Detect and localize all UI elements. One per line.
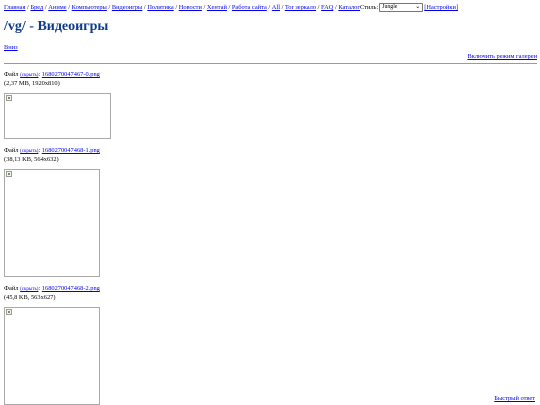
file-info-1: Файл (скрыть): 1680270047467-0.png (2,37…: [4, 71, 100, 87]
broken-image-icon: [6, 309, 12, 315]
file-name-link[interactable]: 1680270047468-1.png: [42, 147, 100, 154]
file-name-link[interactable]: 1680270047467-0.png: [42, 71, 100, 78]
nav-link-news[interactable]: Новости: [179, 4, 202, 11]
gallery-mode-link[interactable]: Включить режим галереи: [467, 53, 537, 60]
nav-link-site-work[interactable]: Работа сайта: [232, 4, 267, 11]
file-info-3: Файл (скрыть): 1680270047468-2.png (45,8…: [4, 285, 100, 301]
style-label: Стиль:: [359, 4, 379, 11]
file-thumbnail-1[interactable]: [4, 93, 111, 139]
hide-file-link[interactable]: (скрыть): [20, 287, 38, 292]
nav-link-all[interactable]: All: [272, 4, 280, 11]
nav-link-tor-mirror[interactable]: Tor зеркало: [285, 4, 316, 11]
scroll-down-link[interactable]: Вниз: [4, 44, 18, 51]
quick-reply-link[interactable]: Быстрый ответ: [494, 395, 535, 402]
style-select[interactable]: Jungle ⌄: [379, 3, 424, 12]
nav-link-main[interactable]: Главная: [4, 4, 25, 11]
nav-link-hentai[interactable]: Хентай: [207, 4, 227, 11]
nav-link-computers[interactable]: Компьютеры: [72, 4, 107, 11]
divider: [4, 63, 537, 64]
file-label: Файл: [4, 147, 19, 154]
file-meta: (2,37 MB, 1920x810): [4, 80, 60, 87]
nav-link-videogames[interactable]: Видеоигры: [112, 4, 143, 11]
file-info-2: Файл (скрыть): 1680270047468-1.png (38,1…: [4, 147, 100, 163]
settings-link[interactable]: [Настройки]: [424, 4, 458, 11]
nav-link-catalog[interactable]: Каталог: [338, 4, 360, 11]
top-navigation: Главная / Бред / Аниме / Компьютеры / Ви…: [4, 3, 459, 12]
nav-link-anime[interactable]: Аниме: [48, 4, 66, 11]
hide-file-link[interactable]: (скрыть): [20, 149, 38, 154]
file-name-link[interactable]: 1680270047468-2.png: [42, 285, 100, 292]
file-meta: (38,13 KB, 564x632): [4, 156, 59, 163]
nav-link-b[interactable]: Бред: [30, 4, 43, 11]
style-select-value: Jungle: [382, 4, 398, 10]
broken-image-icon: [6, 95, 12, 101]
file-label: Файл: [4, 71, 19, 78]
broken-image-icon: [6, 171, 12, 177]
hide-file-link[interactable]: (скрыть): [20, 73, 38, 78]
file-label: Файл: [4, 285, 19, 292]
nav-link-politics[interactable]: Политика: [147, 4, 173, 11]
page-title: /vg/ - Видеоигры: [4, 19, 109, 34]
nav-link-faq[interactable]: FAQ: [321, 4, 333, 11]
file-thumbnail-2[interactable]: [4, 169, 100, 277]
file-meta: (45,8 KB, 563x627): [4, 294, 56, 301]
file-thumbnail-3[interactable]: [4, 307, 100, 405]
chevron-down-icon: ⌄: [415, 4, 421, 10]
